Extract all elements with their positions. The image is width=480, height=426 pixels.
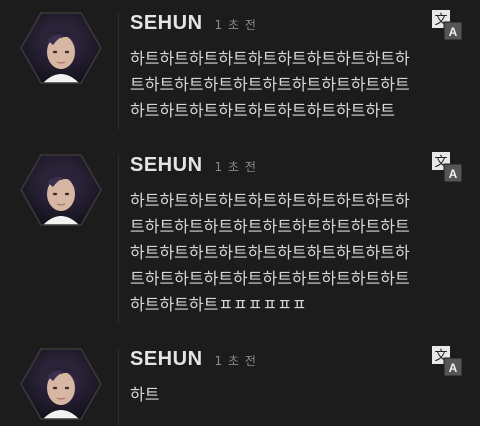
comment-header: SEHUN 1 초 전	[130, 348, 257, 372]
svg-text:A: A	[449, 167, 458, 181]
comment-line: 하트하트하트하트하트하트하트하트하트하	[130, 243, 410, 262]
comment-line: 하트	[130, 385, 160, 404]
comment-text: 하트하트하트하트하트하트하트하트하트하 트하트하트하트하트하트하트하트하트하트 …	[130, 188, 450, 318]
comment-divider	[118, 154, 119, 324]
comment-divider	[118, 12, 119, 130]
comment-line: 트하트하트하트하트하트하트하트하트하트	[130, 217, 410, 236]
svg-text:A: A	[449, 361, 458, 375]
comment-header: SEHUN 1 초 전	[130, 154, 257, 178]
comment-line: 하트하트하트하트하트하트하트하트하트하	[130, 191, 410, 210]
username[interactable]: SEHUN	[130, 348, 203, 371]
svg-text:A: A	[449, 25, 458, 39]
timestamp: 1 초 전	[214, 18, 257, 32]
comment-divider	[118, 348, 119, 426]
comment-line: 하트하트하트ㅍㅍㅍㅍㅍㅍ	[130, 295, 307, 314]
comment-line: 트하트하트하트하트하트하트하트하트하트	[130, 75, 410, 94]
comment-line: 하트하트하트하트하트하트하트하트하트하	[130, 49, 410, 68]
username[interactable]: SEHUN	[130, 12, 203, 35]
comment-header: SEHUN 1 초 전	[130, 12, 257, 36]
comment-text: 하트	[130, 382, 450, 408]
avatar[interactable]	[20, 348, 102, 420]
translate-icon: 文 A	[432, 10, 463, 41]
translate-button[interactable]: 文 A	[430, 8, 464, 42]
comment-line: 트하트하트하트하트하트하트하트하트하트	[130, 269, 410, 288]
username[interactable]: SEHUN	[130, 154, 203, 177]
avatar[interactable]	[20, 12, 102, 84]
translate-icon: 文 A	[432, 346, 463, 377]
timestamp: 1 초 전	[214, 160, 257, 174]
comment-item: SEHUN 1 초 전 文 A 하트하트하트하트하트하트하트하트하트하 트하트하…	[0, 152, 480, 324]
timestamp: 1 초 전	[214, 354, 257, 368]
translate-icon: 文 A	[432, 152, 463, 183]
comment-feed: SEHUN 1 초 전 文 A 하트하트하트하트하트하트하트하트하트하 트하트하…	[0, 0, 480, 426]
comment-item: SEHUN 1 초 전 文 A 하트하트하트하트하트하트하트하트하트하 트하트하…	[0, 10, 480, 130]
comment-item: SEHUN 1 초 전 文 A 하트	[0, 346, 480, 426]
comment-line: 하트하트하트하트하트하트하트하트하트	[130, 101, 395, 120]
translate-button[interactable]: 文 A	[430, 344, 464, 378]
avatar[interactable]	[20, 154, 102, 226]
comment-text: 하트하트하트하트하트하트하트하트하트하 트하트하트하트하트하트하트하트하트하트 …	[130, 46, 450, 124]
translate-button[interactable]: 文 A	[430, 150, 464, 184]
